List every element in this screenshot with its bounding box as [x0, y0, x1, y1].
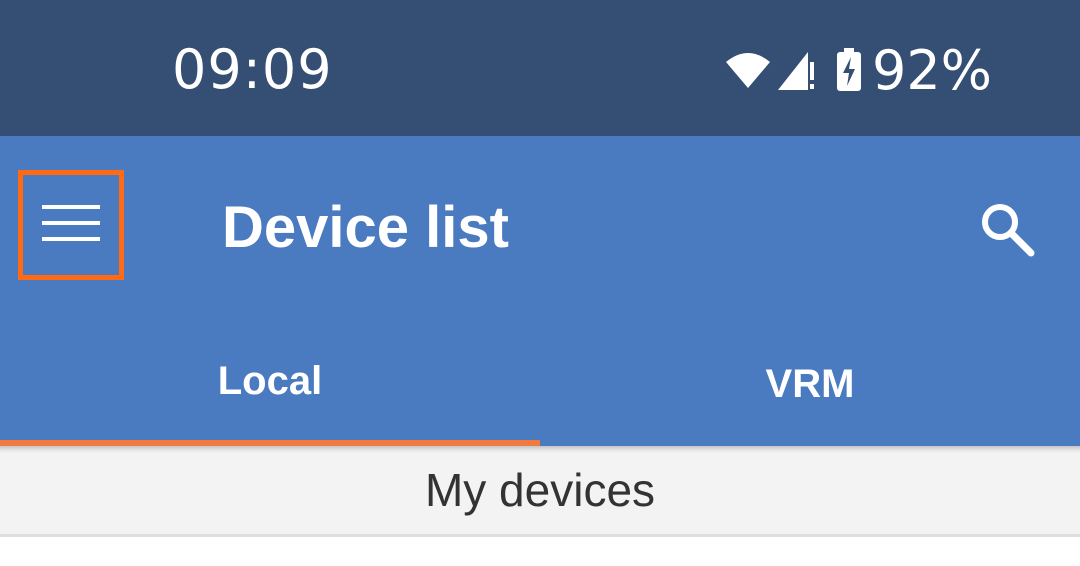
search-button[interactable] — [972, 196, 1042, 266]
search-icon — [979, 201, 1035, 262]
tab-local[interactable]: Local — [0, 322, 540, 446]
signal-icon — [776, 48, 818, 92]
status-time: 09:09 — [172, 38, 333, 101]
wifi-icon — [724, 50, 772, 90]
battery-charging-icon — [836, 48, 862, 92]
section-header-my-devices: My devices — [0, 446, 1080, 537]
app-bar: Device list Local VRM — [0, 136, 1080, 446]
battery-percent: 92% — [871, 38, 992, 102]
status-icons: 92% — [724, 38, 992, 102]
menu-button[interactable] — [18, 170, 124, 280]
tab-vrm[interactable]: VRM — [540, 322, 1080, 446]
status-bar: 09:09 92% — [0, 0, 1080, 136]
hamburger-menu-icon — [42, 203, 100, 248]
page-title: Device list — [222, 195, 509, 260]
